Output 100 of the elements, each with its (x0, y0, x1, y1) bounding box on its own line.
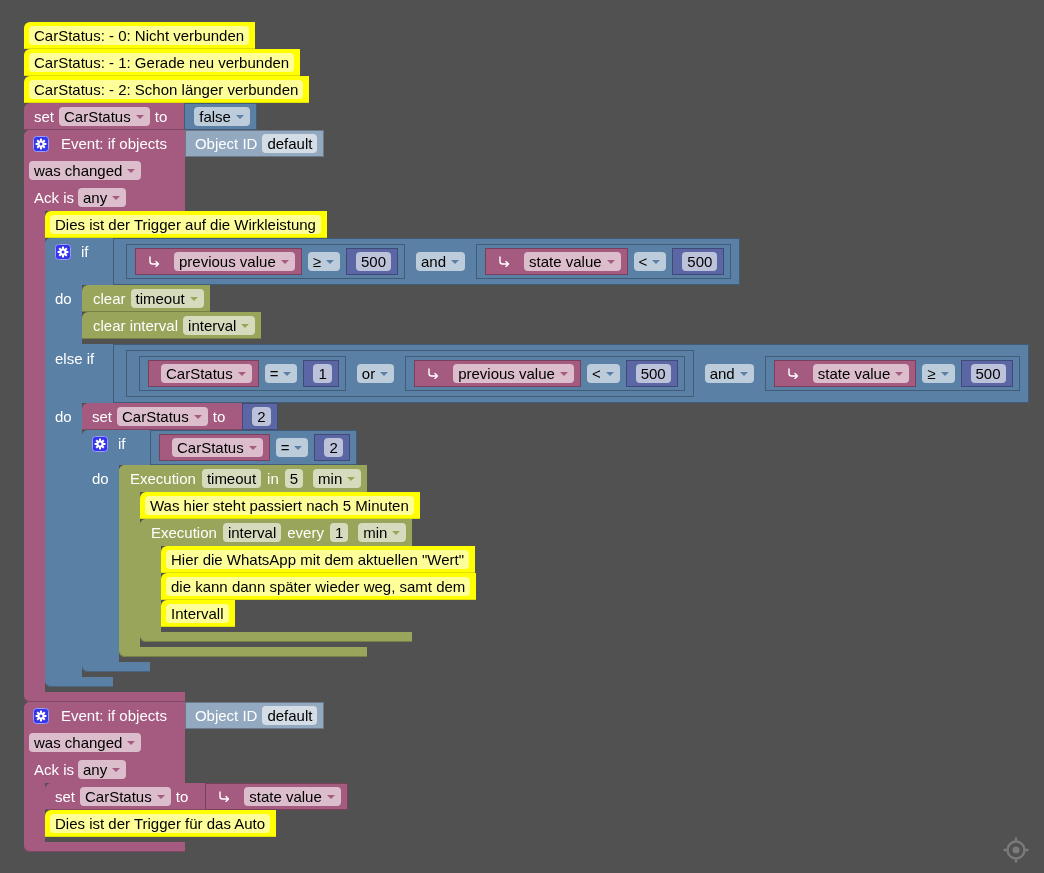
hook-arrow-icon (148, 256, 160, 267)
timer-dropdown[interactable]: interval (183, 316, 256, 335)
trigger-dropdown[interactable]: was changed (29, 733, 142, 752)
comment-field[interactable]: Intervall (166, 604, 229, 623)
trigger-dropdown[interactable]: was changed (29, 161, 142, 180)
comment-field[interactable]: CarStatus: - 1: Gerade neu verbunden (29, 53, 295, 72)
number-field[interactable]: 500 (682, 252, 718, 271)
attribute-dropdown[interactable]: previous value (174, 252, 295, 271)
number-field[interactable]: 1 (313, 364, 332, 383)
comment-field[interactable]: Dies ist der Trigger für das Auto (50, 814, 271, 833)
caret-icon (112, 767, 121, 772)
comment-field[interactable]: Dies ist der Trigger auf die Wirkleistung (50, 215, 321, 234)
number-field[interactable]: 500 (635, 364, 671, 383)
gear-icon[interactable] (92, 436, 108, 452)
timer-name-field[interactable]: interval (222, 523, 282, 542)
operator-dropdown[interactable]: and (704, 364, 754, 383)
caret-icon (895, 371, 904, 376)
comment-field[interactable]: Was hier steht passiert nach 5 Minuten (145, 496, 414, 515)
attribute-dropdown[interactable]: state value (524, 252, 621, 271)
timer-name-field[interactable]: timeout (201, 469, 262, 488)
caret-icon (189, 296, 198, 301)
hook-arrow-icon (498, 256, 511, 267)
caret-icon (193, 414, 202, 419)
block-label: Object ID (194, 706, 258, 725)
block-label: set (34, 107, 54, 126)
operator-dropdown[interactable]: < (633, 252, 667, 271)
number-field[interactable]: 2 (324, 438, 343, 457)
operator-dropdown[interactable]: ≥ (307, 252, 340, 271)
block-label: do (55, 408, 72, 425)
attribute-dropdown[interactable]: state value (812, 364, 910, 383)
attribute-dropdown[interactable]: previous value (453, 364, 574, 383)
block-label: do (92, 470, 109, 487)
boolean-dropdown[interactable]: false (194, 107, 250, 126)
caret-icon (392, 530, 401, 535)
unit-dropdown[interactable]: min (358, 523, 407, 542)
operator-dropdown[interactable]: = (275, 438, 309, 457)
caret-icon (940, 371, 949, 376)
variable-dropdown[interactable]: CarStatus (161, 364, 252, 383)
operator-dropdown[interactable]: or (356, 364, 395, 383)
ack-dropdown[interactable]: any (78, 760, 127, 779)
caret-icon (605, 371, 614, 376)
comment-field[interactable]: CarStatus: - 0: Nicht verbunden (29, 26, 250, 45)
block-label: if (118, 434, 126, 453)
gear-icon[interactable] (33, 707, 49, 724)
caret-icon (237, 371, 246, 376)
variable-dropdown[interactable]: CarStatus (59, 107, 150, 126)
block-label: Execution (151, 523, 217, 542)
block-label: in (267, 469, 279, 488)
ack-dropdown[interactable]: any (78, 188, 127, 207)
variable-dropdown[interactable]: CarStatus (117, 407, 208, 426)
caret-icon (739, 371, 748, 376)
delay-field[interactable]: 1 (329, 523, 349, 542)
block-label: Execution (130, 469, 196, 488)
block-bottom-arm (82, 662, 150, 672)
object-id-field[interactable]: default (262, 134, 318, 153)
operator-dropdown[interactable]: = (264, 364, 298, 383)
block-label: every (287, 523, 324, 542)
caret-icon (283, 371, 292, 376)
block-label: Object ID (194, 134, 258, 153)
operator-dropdown[interactable]: and (416, 252, 466, 271)
caret-icon (135, 114, 144, 119)
caret-icon (248, 445, 257, 450)
comment-field[interactable]: die kann dann später wieder weg, samt dem (166, 577, 471, 596)
caret-icon (559, 371, 568, 376)
unit-dropdown[interactable]: min (313, 469, 362, 488)
hook-arrow-icon (786, 368, 799, 379)
operator-dropdown[interactable]: ≥ (922, 364, 955, 383)
variable-dropdown[interactable]: CarStatus (172, 438, 263, 457)
block-label: else if (55, 349, 95, 368)
gear-icon[interactable] (33, 135, 49, 152)
caret-icon (606, 259, 615, 264)
caret-icon (235, 114, 244, 119)
comment-field[interactable]: Hier die WhatsApp mit dem aktuellen "Wert" (166, 550, 469, 569)
number-field[interactable]: 500 (355, 252, 391, 271)
block-label: Event: if objects (61, 706, 167, 725)
comment-field[interactable]: CarStatus: - 2: Schon länger verbunden (29, 80, 304, 99)
number-field[interactable]: 500 (970, 364, 1006, 383)
object-id-field[interactable]: default (262, 706, 318, 725)
block-label: set (92, 407, 112, 426)
block-label: set (55, 787, 75, 806)
caret-icon (112, 195, 121, 200)
variable-dropdown[interactable]: CarStatus (80, 787, 171, 806)
timer-dropdown[interactable]: timeout (130, 289, 204, 308)
block-label: to (175, 787, 189, 806)
caret-icon (156, 794, 165, 799)
caret-icon (325, 259, 334, 264)
number-field[interactable]: 2 (252, 407, 271, 426)
gear-icon[interactable] (55, 244, 71, 260)
hook-arrow-icon (427, 368, 440, 379)
caret-icon (127, 740, 136, 745)
operator-dropdown[interactable]: < (586, 364, 620, 383)
block-label: Ack is (34, 188, 74, 207)
caret-icon (280, 259, 289, 264)
caret-icon (241, 323, 250, 328)
caret-icon (294, 445, 303, 450)
attribute-dropdown[interactable]: state value (244, 787, 341, 806)
block-label: Event: if objects (61, 134, 167, 153)
delay-field[interactable]: 5 (284, 469, 304, 488)
caret-icon (652, 259, 661, 264)
block-label: clear (93, 289, 126, 308)
